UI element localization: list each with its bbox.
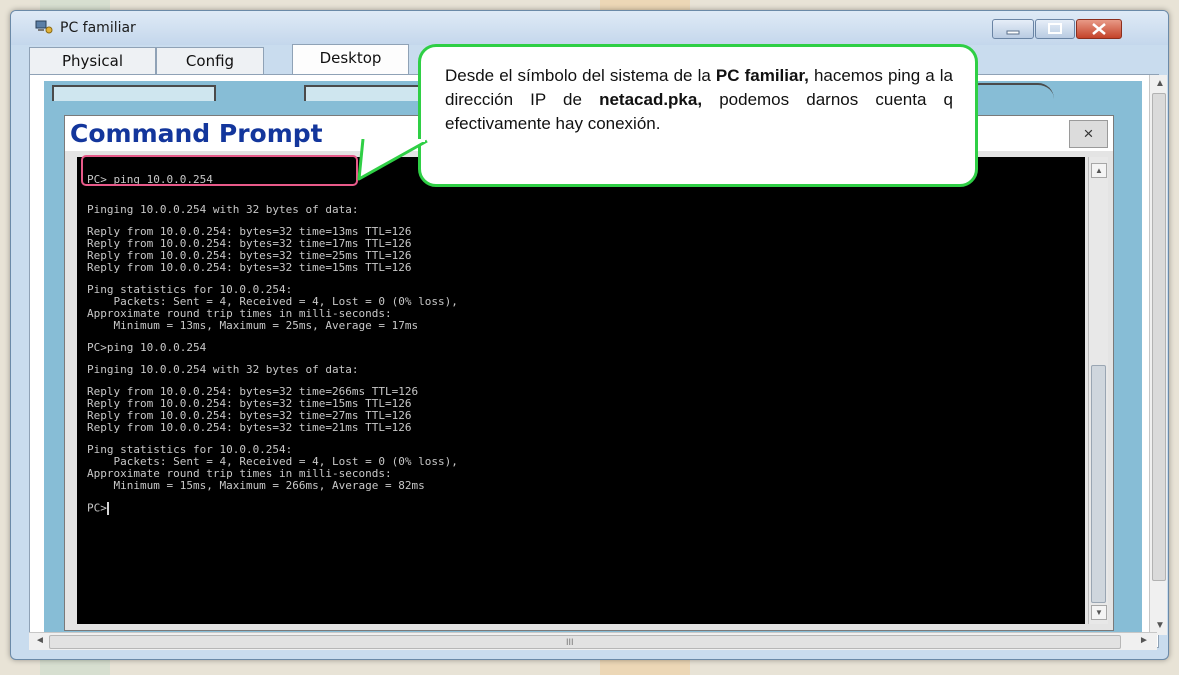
tab-desktop[interactable]: Desktop — [292, 44, 409, 76]
scroll-up-icon[interactable]: ▲ — [1091, 163, 1107, 178]
tab-physical[interactable]: Physical — [29, 47, 156, 74]
terminal-line: Minimum = 13ms, Maximum = 25ms, Average … — [87, 319, 419, 332]
terminal-line: Reply from 10.0.0.254: bytes=32 time=15m… — [87, 261, 412, 274]
ping-command-highlight — [81, 155, 358, 186]
terminal-scroll-thumb[interactable] — [1091, 365, 1106, 603]
minimize-button[interactable] — [992, 19, 1034, 39]
callout-tail — [357, 139, 428, 181]
maximize-button[interactable] — [1035, 19, 1075, 39]
terminal-scrollbar[interactable]: ▲ ▼ — [1088, 157, 1108, 624]
window-titlebar[interactable]: PC familiar — [11, 11, 1168, 45]
scroll-down-icon[interactable]: ▼ — [1155, 621, 1165, 631]
terminal-output[interactable]: PC> ping 10.0.0.254 Pinging 10.0.0.254 wi… — [77, 157, 1085, 624]
window-title: PC familiar — [60, 20, 136, 36]
command-prompt-window: Command Prompt × PC> ping 10.0.0.254 Ping… — [64, 115, 1114, 631]
terminal-line: Pinging 10.0.0.254 with 32 bytes of data… — [87, 203, 359, 216]
callout-text-part: Desde el símbolo del sistema de la — [445, 66, 716, 85]
terminal-prompt-text: PC> — [87, 501, 107, 515]
scroll-left-icon[interactable]: ◄ — [35, 636, 45, 646]
terminal-line: Minimum = 15ms, Maximum = 266ms, Average… — [87, 479, 425, 492]
command-prompt-close-button[interactable]: × — [1069, 120, 1108, 148]
scroll-right-icon[interactable]: ► — [1139, 636, 1149, 646]
desktop-scroll-thumb[interactable] — [1152, 93, 1166, 581]
scroll-up-icon[interactable]: ▲ — [1155, 79, 1165, 89]
explanation-callout: Desde el símbolo del sistema de la PC fa… — [418, 44, 978, 187]
minimize-icon — [1006, 30, 1020, 35]
tab-config[interactable]: Config — [156, 47, 264, 74]
desktop-vertical-scrollbar[interactable]: ▲ ▼ — [1149, 75, 1167, 635]
hscroll-grip: III — [566, 637, 574, 647]
maximize-icon — [1048, 23, 1062, 34]
close-button[interactable] — [1076, 19, 1122, 39]
terminal-line: PC>ping 10.0.0.254 — [87, 341, 207, 354]
command-prompt-title: Command Prompt — [70, 119, 323, 148]
network-pc-icon — [35, 20, 53, 34]
text-cursor — [106, 502, 109, 515]
terminal-prompt[interactable]: PC> — [87, 502, 109, 515]
scroll-down-icon[interactable]: ▼ — [1091, 605, 1107, 620]
terminal-line: Pinging 10.0.0.254 with 32 bytes of data… — [87, 363, 359, 376]
desktop-horizontal-scrollbar[interactable]: ◄ III ► — [29, 632, 1157, 650]
close-icon — [1092, 23, 1106, 35]
callout-bold-netacad: netacad.pka, — [599, 90, 703, 109]
desktop-app-shortcut[interactable] — [52, 85, 216, 101]
callout-bold-pc: PC familiar, — [715, 66, 809, 85]
callout-text: Desde el símbolo del sistema de la PC fa… — [445, 64, 953, 136]
terminal-line: Reply from 10.0.0.254: bytes=32 time=21m… — [87, 421, 412, 434]
desktop-hscroll-thumb[interactable]: III — [49, 635, 1121, 649]
